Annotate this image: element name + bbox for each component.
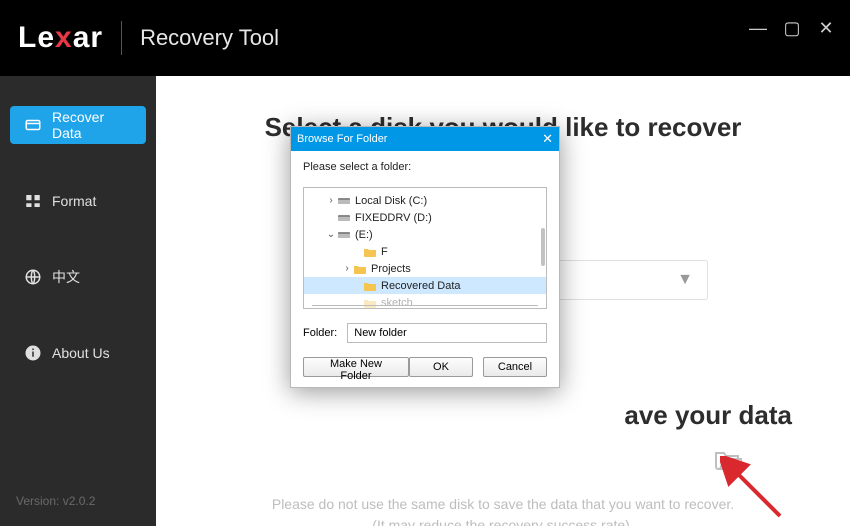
folder-field-label: Folder: [303, 327, 337, 339]
recover-icon [24, 116, 42, 134]
ok-button[interactable]: OK [409, 357, 473, 377]
tree-item[interactable]: FIXEDDRV (D:) [304, 209, 546, 226]
brand-logo: Lexar [18, 21, 103, 55]
drive-icon [336, 228, 352, 242]
chevron-down-icon: ▼ [677, 271, 693, 289]
tree-item[interactable]: ⌄ (E:) [304, 226, 546, 243]
tree-item-label: Recovered Data [381, 280, 461, 292]
folder-icon [362, 296, 378, 310]
globe-icon [24, 268, 42, 286]
maximize-button[interactable]: ▢ [782, 18, 802, 38]
tree-item[interactable]: sketch [304, 294, 546, 309]
tree-item[interactable]: › Projects [304, 260, 546, 277]
version-label: Version: v2.0.2 [16, 494, 95, 508]
dialog-prompt: Please select a folder: [303, 161, 547, 173]
sidebar-item-label: Recover Data [52, 109, 132, 141]
folder-icon [352, 262, 368, 276]
scrollbar-thumb[interactable] [541, 228, 545, 266]
tree-item[interactable]: › Local Disk (C:) [304, 192, 546, 209]
tree-item[interactable]: Recovered Data [304, 277, 546, 294]
divider [121, 21, 122, 55]
sidebar-item-about[interactable]: About Us [10, 334, 146, 372]
browse-folder-dialog: Browse For Folder ✕ Please select a fold… [290, 126, 560, 388]
dialog-close-button[interactable]: ✕ [542, 131, 553, 147]
minimize-button[interactable]: — [748, 18, 768, 38]
cancel-button[interactable]: Cancel [483, 357, 547, 377]
make-new-folder-button[interactable]: Make New Folder [303, 357, 409, 377]
sidebar: Recover Data Format 中文 About Us Ve [0, 76, 156, 526]
info-icon [24, 344, 42, 362]
folder-icon [362, 245, 378, 259]
browse-folder-icon[interactable] [714, 449, 742, 476]
folder-tree[interactable]: › Local Disk (C:) FIXEDDRV (D:) ⌄ (E:) F › Proj… [303, 187, 547, 309]
folder-name-input[interactable] [347, 323, 547, 343]
expander-icon[interactable]: › [326, 195, 336, 206]
expander-icon[interactable]: › [342, 263, 352, 274]
title-bar: Lexar Recovery Tool — ▢ ✕ [0, 0, 850, 76]
tree-item-label: Projects [371, 263, 411, 275]
sidebar-item-label: 中文 [52, 267, 80, 287]
format-icon [24, 192, 42, 210]
save-heading-fragment: ave your data [624, 400, 792, 431]
expander-icon[interactable]: ⌄ [326, 229, 336, 240]
sidebar-item-label: Format [52, 193, 96, 209]
dialog-title: Browse For Folder [297, 133, 387, 145]
drive-icon [336, 211, 352, 225]
tree-item-label: (E:) [355, 229, 373, 241]
folder-icon [362, 279, 378, 293]
tree-item[interactable]: F [304, 243, 546, 260]
sidebar-item-label: About Us [52, 345, 110, 361]
app-subtitle: Recovery Tool [140, 25, 279, 51]
tree-item-label: sketch [381, 297, 413, 309]
tree-item-label: Local Disk (C:) [355, 195, 427, 207]
drive-icon [336, 194, 352, 208]
sidebar-item-language[interactable]: 中文 [10, 258, 146, 296]
tree-item-label: FIXEDDRV (D:) [355, 212, 432, 224]
sidebar-item-recover-data[interactable]: Recover Data [10, 106, 146, 144]
tree-item-label: F [381, 246, 388, 258]
dialog-titlebar[interactable]: Browse For Folder ✕ [291, 127, 559, 151]
sidebar-item-format[interactable]: Format [10, 182, 146, 220]
hint-text: Please do not use the same disk to save … [156, 494, 850, 526]
close-window-button[interactable]: ✕ [816, 18, 836, 38]
